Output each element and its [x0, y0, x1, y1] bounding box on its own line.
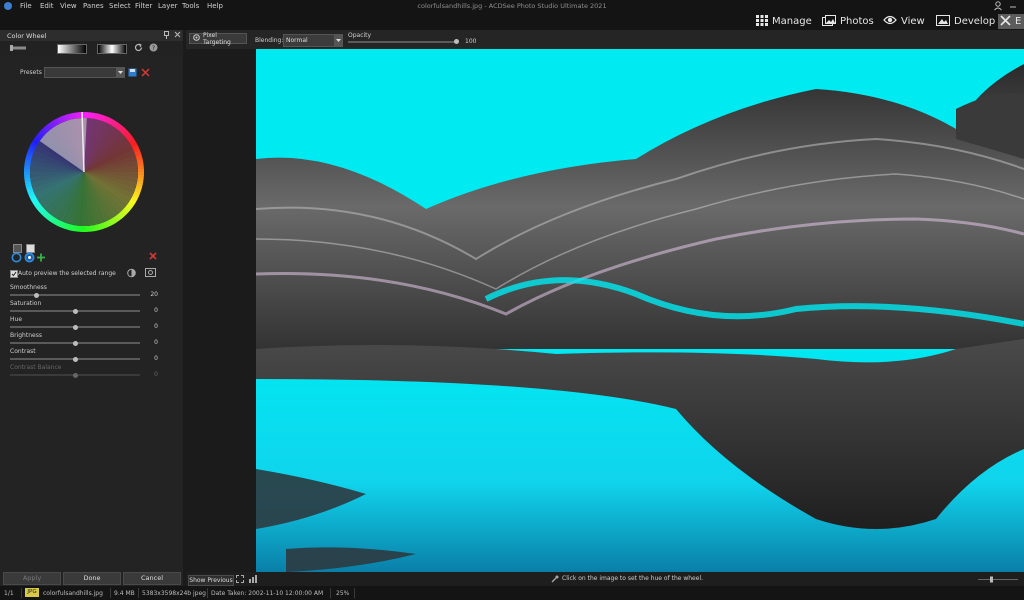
blending-chevron-down-icon[interactable] [334, 34, 343, 47]
slider-label: Contrast [10, 348, 36, 355]
slider-thumb[interactable] [72, 340, 78, 346]
status-separator [110, 588, 111, 598]
reset-icon[interactable] [134, 43, 143, 54]
close-panel-icon[interactable] [174, 31, 181, 40]
blending-label: Blending: [255, 37, 284, 44]
slider-label: Brightness [10, 332, 42, 339]
apply-button[interactable]: Apply [3, 572, 61, 585]
slider-value: 0 [154, 371, 158, 378]
eye-icon [883, 15, 897, 28]
opacity-label: Opacity [348, 32, 372, 39]
photos-icon [822, 14, 836, 29]
slider-thumb[interactable] [72, 324, 78, 330]
slider-thumb[interactable] [72, 356, 78, 362]
status-separator [354, 588, 355, 598]
mode-edit[interactable]: E [998, 14, 1024, 29]
window-title: colorfulsandhills.jpg - ACDSee Photo Stu… [417, 2, 607, 10]
status-separator [330, 588, 331, 598]
grid-icon [756, 14, 768, 29]
done-button[interactable]: Done [63, 572, 121, 585]
presets-dropdown[interactable] [44, 67, 118, 78]
eyedropper-tool-icon[interactable] [10, 43, 26, 55]
slider-label: Hue [10, 316, 23, 323]
canvas-margin [186, 49, 256, 572]
slider-label: Smoothness [10, 284, 47, 291]
opacity-value: 100 [465, 38, 477, 45]
slider-value: 0 [154, 355, 158, 362]
slider-thumb[interactable] [72, 308, 78, 314]
save-preset-icon[interactable] [128, 68, 137, 79]
mode-manage[interactable]: Manage [756, 14, 812, 29]
zoom-slider[interactable] [978, 576, 1018, 583]
hint-message: Click on the image to set the hue of the… [562, 575, 704, 582]
slider-value: 20 [150, 291, 158, 298]
preview-toggle-icon[interactable] [127, 268, 136, 280]
opacity-slider-thumb[interactable] [453, 39, 459, 44]
presets-label: Presets [20, 69, 42, 76]
mode-view[interactable]: View [883, 14, 925, 29]
pixel-targeting-label: Pixel Targeting [203, 31, 231, 46]
status-date-taken: Date Taken: 2002-11-10 12:00:00 AM [211, 590, 324, 597]
status-file-size: 9.4 MB [114, 590, 135, 597]
svg-text:?: ? [152, 45, 155, 52]
remove-range-icon[interactable] [149, 252, 157, 262]
panel-title: Color Wheel [7, 32, 47, 40]
color-wheel[interactable] [21, 106, 147, 236]
slider-thumb[interactable] [72, 372, 78, 378]
opacity-slider-track[interactable] [348, 41, 456, 43]
mode-manage-label: Manage [772, 16, 812, 27]
fullscreen-icon[interactable] [236, 575, 244, 585]
luminance-gradient-swatch[interactable] [57, 44, 87, 54]
mode-photos-label: Photos [840, 16, 874, 27]
cancel-button[interactable]: Cancel [123, 572, 181, 585]
pin-icon[interactable] [163, 31, 170, 41]
presets-chevron-down-icon[interactable] [116, 67, 125, 78]
auto-preview-label: Auto preview the selected range [18, 270, 116, 277]
slider-thumb[interactable] [33, 292, 39, 298]
blending-dropdown[interactable]: Normal [283, 34, 337, 47]
status-separator [138, 588, 139, 598]
range-selector-icon[interactable] [11, 252, 47, 265]
status-format-badge: JPG [25, 588, 39, 597]
image-canvas[interactable] [256, 49, 1024, 572]
status-separator [207, 588, 208, 598]
help-icon[interactable]: ? [149, 43, 158, 54]
slider-label: Saturation [10, 300, 42, 307]
pixel-targeting-button[interactable]: Pixel Targeting [189, 31, 247, 46]
pixel-targeting-icon [193, 34, 200, 43]
status-filename: colorfulsandhills.jpg [43, 590, 103, 597]
compare-icon[interactable] [145, 268, 156, 279]
mode-edit-label: E [1015, 16, 1022, 27]
mode-photos[interactable]: Photos [822, 14, 874, 29]
mode-develop-label: Develop [954, 16, 996, 27]
slider-value: 0 [154, 339, 158, 346]
mode-view-label: View [901, 16, 925, 27]
slider-track[interactable] [10, 294, 140, 296]
develop-icon [936, 14, 950, 29]
status-zoom: 25% [336, 590, 350, 597]
eyedropper-hint-icon [551, 575, 559, 585]
slider-value: 0 [154, 307, 158, 314]
status-separator [21, 588, 22, 598]
slider-value: 0 [154, 323, 158, 330]
slider-label: Contrast Balance [10, 364, 62, 371]
mode-develop[interactable]: Develop [936, 14, 995, 29]
show-previous-button[interactable]: Show Previous [188, 575, 234, 586]
contrast-gradient-swatch[interactable] [97, 44, 127, 54]
auto-preview-checkbox[interactable] [10, 270, 18, 278]
status-index: 1/1 [4, 590, 14, 597]
edit-tools-icon [1000, 14, 1011, 29]
histogram-icon[interactable] [249, 575, 257, 585]
delete-preset-icon[interactable] [141, 68, 150, 79]
status-dimensions: 5383x3598x24b jpeg [142, 590, 206, 597]
